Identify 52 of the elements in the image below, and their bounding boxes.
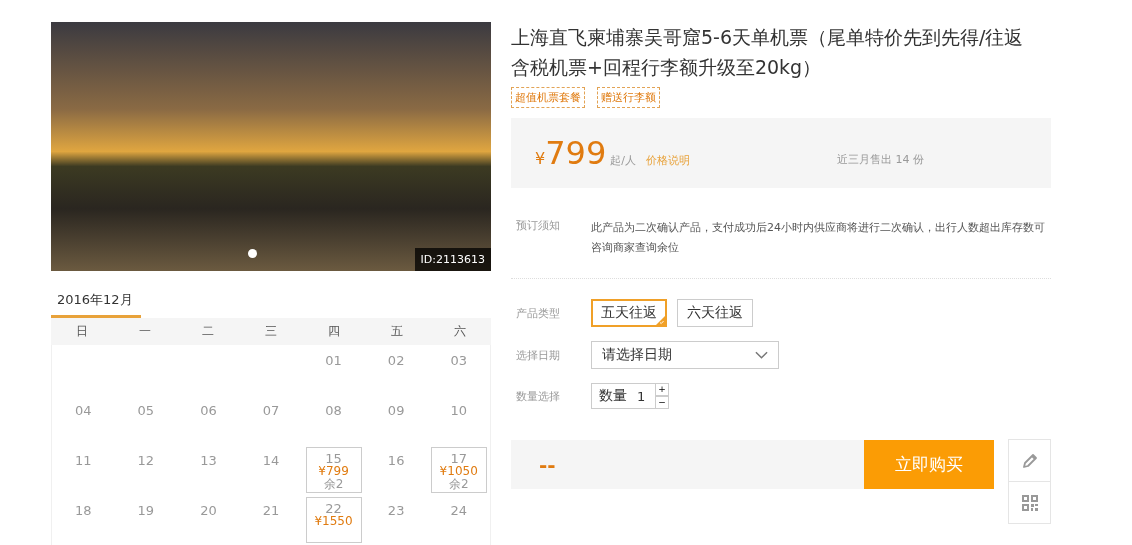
increment-button[interactable]: + — [655, 383, 669, 396]
date-number: 11 — [75, 453, 92, 468]
weekday-label: 二 — [201, 323, 216, 340]
booking-notice: 此产品为二次确认产品，支付成功后24小时内供应商将进行二次确认，出行人数超出库存数可咨询商家查询余位 — [591, 220, 1046, 256]
date-number: 14 — [262, 453, 280, 468]
field-label: 数量选择 — [515, 388, 561, 404]
date-number: 18 — [75, 503, 92, 518]
weekday-label: 五 — [389, 323, 404, 340]
chevron-down-icon — [755, 351, 768, 359]
carousel-dot[interactable] — [248, 249, 257, 258]
date-number: 04 — [75, 403, 92, 418]
date-number: 19 — [137, 503, 155, 518]
option-button[interactable]: 五天往返 — [591, 299, 667, 327]
weekday-label: 一 — [138, 323, 153, 340]
field-label: 产品类型 — [515, 305, 561, 321]
date-number: 13 — [200, 453, 217, 468]
date-number: 23 — [387, 503, 405, 518]
field-label: 选择日期 — [515, 347, 561, 363]
date-number: 12 — [137, 453, 155, 468]
price-unit: 起/人 — [610, 153, 636, 168]
qr-code-icon — [1019, 492, 1040, 513]
date-number: 10 — [450, 403, 467, 418]
promo-tag: 超值机票套餐 — [511, 87, 585, 108]
check-corner-icon — [656, 316, 665, 325]
qr-code-button[interactable] — [1008, 481, 1051, 524]
date-number: 09 — [387, 403, 405, 418]
date-number: 08 — [325, 403, 342, 418]
date-number: 06 — [200, 403, 217, 418]
weekday-label: 日 — [75, 323, 90, 340]
promo-tag: 赠送行李额 — [597, 87, 660, 108]
decrement-button[interactable]: − — [655, 396, 669, 409]
total-price: -- — [538, 452, 556, 477]
edit-button[interactable] — [1008, 439, 1051, 482]
date-number: 02 — [387, 353, 405, 368]
date-number: 01 — [325, 353, 342, 368]
date-dropdown[interactable]: 请选择日期 — [591, 341, 779, 369]
weekday-label: 六 — [452, 323, 467, 340]
date-number: 20 — [200, 503, 217, 518]
weekday-label: 三 — [264, 323, 278, 340]
product-id-badge: ID:2113613 — [414, 248, 491, 271]
date-number: 05 — [137, 403, 155, 418]
date-number: 16 — [387, 453, 405, 468]
field-label: 预订须知 — [515, 218, 561, 233]
date-number: 24 — [450, 503, 467, 518]
date-number: 03 — [450, 353, 467, 368]
date-number: 21 — [262, 503, 280, 518]
currency-symbol: ¥ — [535, 149, 546, 168]
product-title: 上海直飞柬埔寨吴哥窟5-6天单机票（尾单特价先到先得/往返含税机票+回程行李额升级至20kg） — [511, 25, 1025, 80]
weekday-label: 四 — [326, 323, 341, 340]
price-amount: 799 — [545, 134, 607, 172]
date-number: 07 — [262, 403, 280, 418]
option-button[interactable]: 六天往返 — [677, 299, 753, 327]
